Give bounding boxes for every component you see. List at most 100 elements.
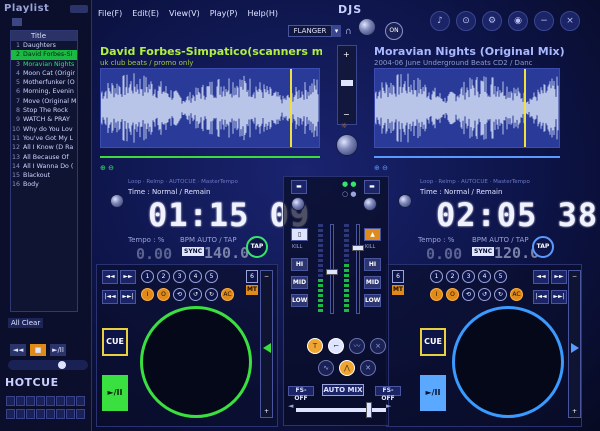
playlist-item[interactable]: 11 You've Got My L: [11, 134, 77, 143]
deck-b-sync-button[interactable]: SYNC: [472, 247, 495, 256]
record-vinyl-icon[interactable]: ◉: [508, 11, 528, 31]
deck-b-zoom-icon[interactable]: ⊕ ⊖: [374, 164, 388, 172]
deck-b-loop-button[interactable]: ⟲: [462, 288, 475, 301]
hotcue-pad[interactable]: [56, 409, 65, 419]
deck-b-loop-exit-button[interactable]: ↻: [494, 288, 507, 301]
kill-right-icon[interactable]: ▲: [364, 228, 381, 241]
hotcue-pad[interactable]: [36, 396, 45, 406]
fx-cross-button[interactable]: ✕: [360, 360, 376, 376]
settings-icon[interactable]: ⚙: [482, 11, 502, 31]
playlist-item[interactable]: 1 Daughters: [11, 41, 77, 50]
chevron-down-icon[interactable]: ▾: [332, 25, 341, 37]
deck-a-progress[interactable]: [100, 156, 320, 158]
playlist-play-button[interactable]: ►/II: [50, 344, 66, 356]
channel-b-fader[interactable]: [352, 224, 364, 314]
deck-a-skip-fwd-button[interactable]: ►►|: [120, 290, 136, 304]
playlist-item[interactable]: 15 Blackout: [11, 171, 77, 180]
menu-help[interactable]: Help(H): [247, 9, 278, 18]
deck-a-zoom-icon[interactable]: ⊕ ⊖: [100, 164, 114, 172]
deck-a-bpm-label[interactable]: BPM AUTO / TAP: [180, 236, 237, 244]
deck-b-jog-wheel[interactable]: [452, 306, 564, 418]
playlist-window-controls[interactable]: [70, 5, 88, 13]
deck-a-jog-wheel[interactable]: [140, 306, 252, 418]
playlist-item[interactable]: 9 WATCH & PRAY: [11, 115, 77, 124]
playlist-item[interactable]: 8 Stop The Rock: [11, 106, 77, 115]
hotcue-pad[interactable]: [46, 396, 55, 406]
hotcue-pad[interactable]: [26, 409, 35, 419]
playlist-item[interactable]: 10 Why do You Lov: [11, 125, 77, 134]
deck-b-gain-knob[interactable]: [398, 194, 412, 208]
playlist-item[interactable]: 13 All Because Of: [11, 153, 77, 162]
effect-select[interactable]: FLANGER: [288, 25, 332, 37]
deck-a-rewind-button[interactable]: ◄◄: [102, 270, 118, 284]
master-volume-knob[interactable]: [336, 134, 358, 156]
crossfader[interactable]: [296, 402, 386, 418]
playlist-stop-button[interactable]: ■: [30, 344, 46, 356]
deck-a-hotcue-2[interactable]: 2: [157, 270, 170, 283]
deck-b-skip-fwd-button[interactable]: ►►|: [551, 290, 567, 304]
deck-b-loop-out-button[interactable]: O: [446, 288, 459, 301]
playlist-item[interactable]: 5 Motherfunker (O: [11, 78, 77, 87]
playlist-list[interactable]: Title 1 Daughters 2 David Forbes-Si 3 Moravia…: [10, 30, 78, 312]
mixer-right-control-button[interactable]: ▬: [364, 180, 380, 194]
deck-a-autocue-button[interactable]: AC: [221, 288, 234, 301]
deck-a-time-label[interactable]: Time : Normal / Remain: [128, 188, 210, 196]
deck-b-modes[interactable]: Loop · Relmp · AUTOCUE · MasterTempo: [420, 179, 530, 185]
deck-a-loop-out-button[interactable]: O: [157, 288, 170, 301]
mixer-left-control-button[interactable]: ▬: [291, 180, 307, 194]
deck-a-tap-button[interactable]: TAP: [246, 236, 268, 258]
deck-a-hotcue-1[interactable]: 1: [141, 270, 154, 283]
fx-echo-button[interactable]: 〰: [349, 338, 365, 354]
deck-b-cue-button[interactable]: CUE: [420, 328, 446, 356]
hotcue-pad[interactable]: [56, 396, 65, 406]
deck-b-forward-button[interactable]: ►►: [551, 270, 567, 284]
menu-view[interactable]: View(V): [169, 9, 200, 18]
fx-close-button[interactable]: ×: [370, 338, 386, 354]
fs-off-right-button[interactable]: FS-OFF: [375, 386, 401, 402]
hotcue-pad[interactable]: [26, 396, 35, 406]
deck-b-waveform[interactable]: [374, 68, 560, 148]
effect-level-slider[interactable]: + −: [337, 45, 357, 125]
minimize-icon[interactable]: −: [534, 11, 554, 31]
effect-on-button[interactable]: ON: [385, 22, 403, 40]
deck-a-hotcue-5[interactable]: 5: [205, 270, 218, 283]
playlist-item[interactable]: 14 All I Wanna Do (: [11, 162, 77, 171]
deck-b-bpm-label[interactable]: BPM AUTO / TAP: [472, 236, 529, 244]
music-icon[interactable]: ♪: [430, 11, 450, 31]
deck-a-loop-exit-button[interactable]: ↻: [205, 288, 218, 301]
eq-low-right[interactable]: LOW: [364, 294, 381, 307]
deck-a-loop-button[interactable]: ⟲: [173, 288, 186, 301]
playlist-item[interactable]: 6 Morning, Evenin: [11, 87, 77, 96]
deck-b-rewind-button[interactable]: ◄◄: [533, 270, 549, 284]
fx-wave-button[interactable]: ∿: [318, 360, 334, 376]
deck-b-hotcue-5[interactable]: 5: [494, 270, 507, 283]
fx-hat-button[interactable]: ⋀: [339, 360, 355, 376]
deck-b-hotcue-4[interactable]: 4: [478, 270, 491, 283]
hotcue-pad[interactable]: [36, 409, 45, 419]
deck-b-hotcue-3[interactable]: 3: [462, 270, 475, 283]
effect-knob[interactable]: [358, 18, 376, 36]
playlist-item[interactable]: 7 Move (Original M: [11, 97, 77, 106]
hotcue-pad[interactable]: [6, 409, 15, 419]
deck-b-hotcue-1[interactable]: 1: [430, 270, 443, 283]
hotcue-pad[interactable]: [66, 409, 75, 419]
deck-a-tempo-range[interactable]: 6: [246, 270, 258, 283]
deck-a-play-button[interactable]: ►/II: [102, 375, 128, 411]
deck-a-gain-knob[interactable]: [110, 194, 124, 208]
deck-b-reloop-button[interactable]: ↺: [478, 288, 491, 301]
menu-file[interactable]: File(F): [98, 9, 122, 18]
deck-a-sync-button[interactable]: SYNC: [182, 247, 205, 256]
deck-a-hotcue-3[interactable]: 3: [173, 270, 186, 283]
deck-b-play-button[interactable]: ►/II: [420, 375, 446, 411]
playlist-item[interactable]: 3 Moravian Nights: [11, 60, 77, 69]
deck-b-hotcue-2[interactable]: 2: [446, 270, 459, 283]
deck-a-hotcue-4[interactable]: 4: [189, 270, 202, 283]
eq-hi-left[interactable]: HI: [291, 258, 308, 271]
hotcue-pad[interactable]: [76, 409, 85, 419]
kill-left-icon[interactable]: ▯: [291, 228, 308, 241]
deck-b-pitch-slider[interactable]: − +: [568, 270, 581, 418]
deck-a-modes[interactable]: Loop · Relmp · AUTOCUE · MasterTempo: [128, 179, 238, 185]
mixer-right-gain-knob[interactable]: [363, 197, 377, 211]
fx-filter-button[interactable]: ⌐: [328, 338, 344, 354]
eq-mid-right[interactable]: MID: [364, 276, 381, 289]
